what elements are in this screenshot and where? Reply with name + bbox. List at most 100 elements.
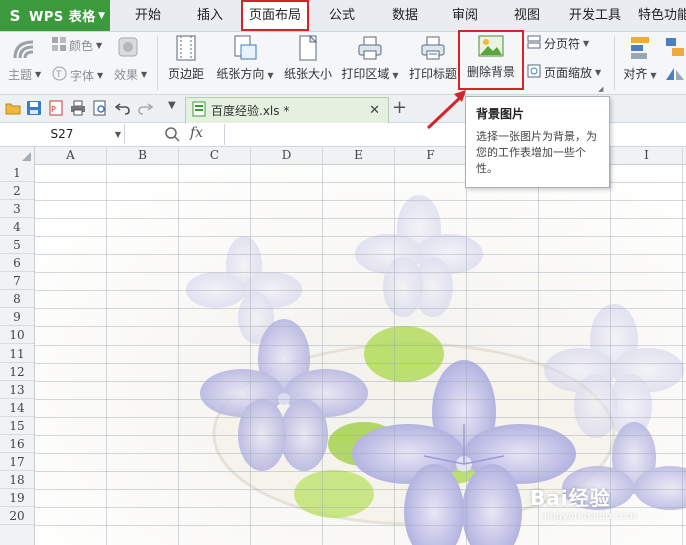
export-pdf-icon[interactable]: P — [48, 100, 64, 116]
tab-formulas[interactable]: 公式 — [318, 0, 366, 31]
color-button[interactable]: 颜色 ▼ — [52, 37, 102, 54]
page-scale-icon — [527, 64, 541, 81]
row-header-6[interactable]: 6 — [0, 254, 34, 273]
chevron-down-icon: ▼ — [35, 70, 42, 79]
column-header-b[interactable]: B — [107, 147, 179, 164]
grid-row-line — [34, 272, 686, 274]
grid-row-line — [34, 470, 686, 472]
row-header-5[interactable]: 5 — [0, 236, 34, 255]
effect-dropdown[interactable]: 效果 ▼ — [114, 66, 147, 83]
align-dropdown[interactable]: 对齐 ▼ — [623, 65, 656, 82]
column-header-f[interactable]: F — [395, 147, 467, 164]
print-area-button[interactable]: 打印区域 ▼ — [341, 35, 399, 82]
app-menu-button[interactable]: S WPS 表格 ▼ — [0, 0, 110, 31]
save-icon[interactable] — [26, 100, 42, 116]
rotate-icon[interactable] — [664, 66, 686, 85]
delete-background-button[interactable]: 删除背景 — [463, 35, 519, 80]
row-header-17[interactable]: 17 — [0, 453, 34, 471]
dialog-launcher-icon[interactable]: ◢ — [598, 85, 603, 93]
chevron-down-icon: ▼ — [97, 70, 104, 80]
row-header-4[interactable]: 4 — [0, 218, 34, 237]
select-all-corner[interactable] — [0, 147, 35, 164]
background-image-icon — [478, 35, 504, 57]
margins-button[interactable]: 页边距 — [166, 35, 206, 82]
tooltip: 背景图片 选择一张图片为背景，为您的工作表增加一些个性。 — [465, 96, 610, 188]
tab-insert[interactable]: 插入 — [186, 0, 234, 31]
print-area-label: 打印区域 — [341, 67, 390, 81]
row-header-14[interactable]: 14 — [0, 399, 34, 417]
open-folder-icon[interactable] — [5, 100, 21, 116]
tab-home[interactable]: 开始 — [124, 0, 172, 31]
theme-icon — [13, 40, 34, 59]
theme-dropdown[interactable]: 主题 ▼ — [8, 66, 41, 83]
grid-column-line — [178, 164, 179, 545]
effect-icon-button[interactable] — [118, 37, 138, 60]
theme-button[interactable] — [6, 36, 42, 62]
row-header-18[interactable]: 18 — [0, 471, 34, 489]
delete-background-label: 删除背景 — [466, 65, 515, 79]
chevron-down-icon: ▼ — [583, 39, 590, 48]
paper-size-button[interactable]: 纸张大小 — [283, 35, 333, 82]
column-header-i[interactable]: I — [611, 147, 683, 164]
color-palette-icon — [52, 37, 66, 54]
close-tab-icon[interactable]: ✕ — [369, 103, 380, 118]
group-icon[interactable] — [664, 36, 686, 65]
customize-toolbar-icon[interactable]: ▼ — [168, 100, 176, 111]
row-header-10[interactable]: 10 — [0, 326, 34, 345]
row-header-8[interactable]: 8 — [0, 290, 34, 309]
watermark-logo-text: Bai经验 — [530, 486, 611, 510]
column-header-a[interactable]: A — [35, 147, 107, 164]
ribbon-separator — [157, 36, 158, 90]
grid-column-line — [466, 164, 467, 545]
grid-row-line — [34, 326, 686, 328]
tab-special-features[interactable]: 特色功能 — [636, 0, 686, 31]
wps-logo-icon: S — [9, 6, 21, 25]
orientation-dropdown[interactable]: 纸张方向 ▼ — [216, 65, 273, 82]
row-header-12[interactable]: 12 — [0, 363, 34, 381]
document-tab[interactable]: 百度经验.xls * ✕ — [185, 97, 389, 123]
font-button[interactable]: T 字体 ▼ — [52, 66, 103, 84]
grid-column-line — [106, 164, 107, 545]
page-scale-button[interactable]: 页面缩放 ▼ — [527, 64, 601, 81]
row-header-13[interactable]: 13 — [0, 381, 34, 399]
row-header-16[interactable]: 16 — [0, 435, 34, 453]
ribbon: 主题 ▼ 颜色 ▼ T 字体 ▼ 效果 ▼ 页边距 纸张方向 ▼ 纸张大小 打印… — [0, 30, 686, 95]
tab-data[interactable]: 数据 — [381, 0, 429, 31]
function-icon[interactable]: fx — [190, 125, 203, 141]
row-header-9[interactable]: 9 — [0, 308, 34, 327]
row-header-11[interactable]: 11 — [0, 345, 34, 363]
name-box[interactable]: S27 ▼ — [0, 124, 125, 144]
annotation-arrow-icon — [426, 90, 466, 130]
column-header-e[interactable]: E — [323, 147, 395, 164]
row-header-19[interactable]: 19 — [0, 489, 34, 507]
row-header-15[interactable]: 15 — [0, 417, 34, 435]
new-tab-icon[interactable]: + — [392, 97, 407, 118]
tab-developer[interactable]: 开发工具 — [566, 0, 624, 31]
align-icon — [631, 37, 649, 59]
column-header-c[interactable]: C — [179, 147, 251, 164]
row-header-2[interactable]: 2 — [0, 182, 34, 201]
undo-icon[interactable] — [114, 100, 131, 116]
grid-row-line — [34, 362, 686, 364]
align-button[interactable]: 对齐 ▼ — [620, 35, 660, 82]
print-icon[interactable] — [70, 100, 86, 116]
baidu-watermark: Bai经验 jingyan.baidu.com — [530, 482, 636, 522]
row-header-7[interactable]: 7 — [0, 272, 34, 291]
print-titles-button[interactable]: 打印标题 — [408, 35, 458, 82]
redo-icon[interactable] — [137, 100, 154, 116]
row-header-3[interactable]: 3 — [0, 200, 34, 219]
spreadsheet-grid[interactable]: A B C D E F G H I 1234567891011121314151… — [0, 147, 686, 545]
tab-review[interactable]: 审阅 — [441, 0, 489, 31]
row-header-1[interactable]: 1 — [0, 164, 34, 182]
page-break-button[interactable]: 分页符 ▼ — [527, 35, 589, 52]
row-header-20[interactable]: 20 — [0, 507, 34, 525]
orientation-button[interactable]: 纸张方向 ▼ — [214, 35, 276, 82]
print-preview-icon[interactable] — [92, 100, 108, 116]
print-area-dropdown[interactable]: 打印区域 ▼ — [341, 65, 398, 82]
tab-view[interactable]: 视图 — [503, 0, 551, 31]
grid-row-line — [34, 290, 686, 292]
grid-row-line — [34, 308, 686, 310]
tab-page-layout[interactable]: 页面布局 — [241, 0, 309, 31]
column-header-d[interactable]: D — [251, 147, 323, 164]
zoom-lookup-icon[interactable] — [164, 126, 180, 145]
